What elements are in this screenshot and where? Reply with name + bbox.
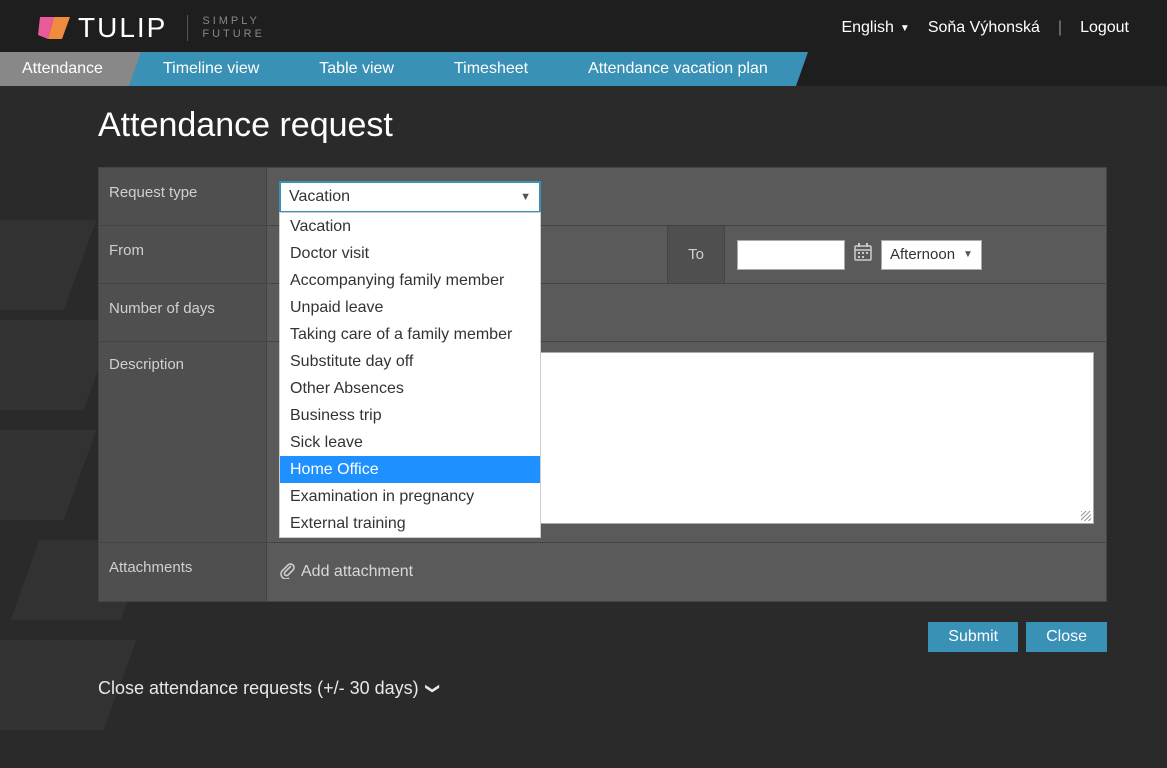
chevron-down-icon: ▼ — [900, 23, 910, 34]
brand-name: TULIP — [78, 12, 167, 44]
request-type-option[interactable]: Other Absences — [280, 375, 540, 402]
request-type-option[interactable]: Business trip — [280, 402, 540, 429]
attachments-row: Attachments Add attachment — [99, 543, 1106, 601]
description-row: Description — [99, 342, 1106, 543]
close-button[interactable]: Close — [1026, 622, 1107, 652]
logo-icon — [38, 13, 72, 43]
logout-link[interactable]: Logout — [1080, 19, 1129, 37]
date-row: From To Afternoon ▼ — [99, 226, 1106, 284]
separator: | — [1058, 19, 1062, 37]
request-type-option[interactable]: Unpaid leave — [280, 294, 540, 321]
days-label: Number of days — [99, 284, 267, 341]
button-row: Submit Close — [98, 602, 1107, 652]
request-type-row: Request type Vacation ▼ VacationDoctor v… — [99, 168, 1106, 226]
brand-tagline: SIMPLY FUTURE — [187, 15, 265, 41]
tab-table[interactable]: Table view — [297, 52, 422, 86]
paperclip-icon — [279, 561, 295, 584]
attachments-label: Attachments — [99, 543, 267, 601]
tab-attendance[interactable]: Attendance — [0, 52, 131, 86]
request-type-value: Vacation — [289, 188, 350, 206]
tab-timeline[interactable]: Timeline view — [141, 52, 287, 86]
calendar-icon[interactable] — [853, 242, 873, 267]
request-type-option[interactable]: Substitute day off — [280, 348, 540, 375]
to-daypart-value: Afternoon — [890, 246, 955, 263]
to-daypart-select[interactable]: Afternoon ▼ — [881, 240, 982, 270]
from-label: From — [99, 226, 267, 283]
request-type-label: Request type — [99, 168, 267, 225]
to-label: To — [667, 226, 725, 283]
request-type-option[interactable]: Doctor visit — [280, 240, 540, 267]
request-type-option[interactable]: Accompanying family member — [280, 267, 540, 294]
language-selector[interactable]: English ▼ — [841, 19, 909, 37]
to-date-input[interactable] — [737, 240, 845, 270]
description-label: Description — [99, 342, 267, 542]
header-right: English ▼ Soňa Výhonská | Logout — [841, 19, 1129, 37]
attendance-form: Request type Vacation ▼ VacationDoctor v… — [98, 167, 1107, 602]
days-row: Number of days — [99, 284, 1106, 342]
main-nav: Attendance Timeline view Table view Time… — [0, 52, 1167, 86]
chevron-down-icon: ❯ — [424, 683, 441, 695]
to-cell: Afternoon ▼ — [725, 226, 1106, 283]
resize-grip-icon[interactable] — [1081, 511, 1091, 521]
request-type-option[interactable]: Sick leave — [280, 429, 540, 456]
language-label: English — [841, 19, 893, 37]
request-type-option[interactable]: Vacation — [280, 213, 540, 240]
attachments-cell: Add attachment — [267, 543, 1106, 601]
app-header: TULIP SIMPLY FUTURE English ▼ Soňa Výhon… — [0, 0, 1167, 52]
request-type-option[interactable]: External training — [280, 510, 540, 537]
submit-button[interactable]: Submit — [928, 622, 1018, 652]
select-arrow-icon: ▼ — [520, 191, 531, 203]
page-title: Attendance request — [98, 106, 1107, 145]
user-name: Soňa Výhonská — [928, 19, 1040, 37]
request-type-cell: Vacation ▼ VacationDoctor visitAccompany… — [267, 168, 1106, 225]
tab-vacation-plan[interactable]: Attendance vacation plan — [566, 52, 796, 86]
add-attachment-label: Add attachment — [301, 563, 413, 581]
request-type-option[interactable]: Examination in pregnancy — [280, 483, 540, 510]
brand-logo: TULIP SIMPLY FUTURE — [38, 12, 265, 44]
request-type-dropdown: VacationDoctor visitAccompanying family … — [279, 212, 541, 538]
add-attachment-link[interactable]: Add attachment — [279, 561, 413, 584]
select-arrow-icon: ▼ — [963, 249, 973, 260]
request-type-select[interactable]: Vacation ▼ — [279, 181, 541, 213]
request-type-option[interactable]: Taking care of a family member — [280, 321, 540, 348]
tab-timesheet[interactable]: Timesheet — [432, 52, 556, 86]
request-type-option[interactable]: Home Office — [280, 456, 540, 483]
close-requests-label: Close attendance requests (+/- 30 days) — [98, 678, 419, 699]
close-requests-toggle[interactable]: Close attendance requests (+/- 30 days) … — [98, 652, 1107, 699]
page-body: Attendance request Request type Vacation… — [0, 86, 1167, 699]
